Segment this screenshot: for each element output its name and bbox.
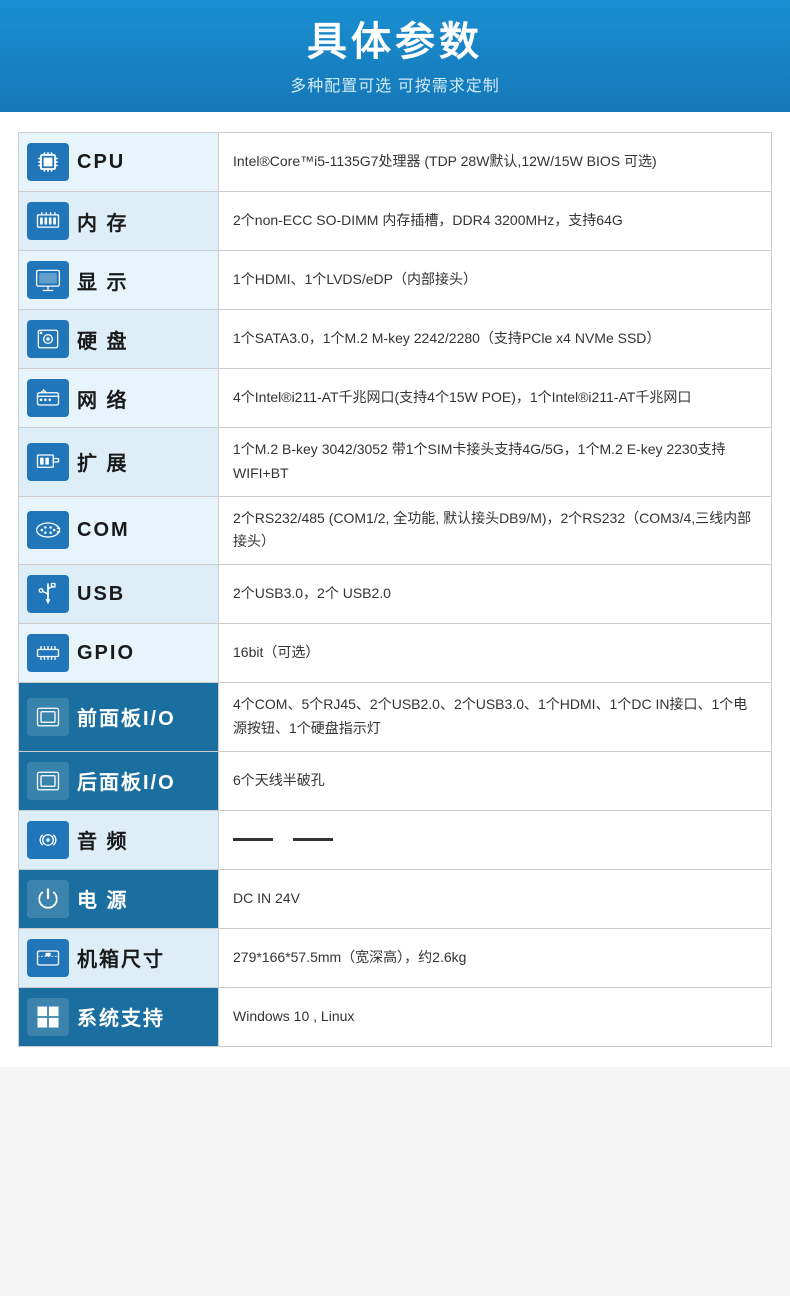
value-cell-gpio: 16bit（可选） bbox=[219, 624, 772, 683]
label-text-audio: 音 频 bbox=[77, 825, 129, 854]
gpio-icon bbox=[27, 634, 69, 672]
spec-row-com: COM 2个RS232/485 (COM1/2, 全功能, 默认接头DB9/M)，… bbox=[19, 496, 772, 565]
page-title: 具体参数 bbox=[20, 18, 770, 66]
panel-icon bbox=[27, 698, 69, 736]
label-text-os: 系统支持 bbox=[77, 1002, 165, 1031]
value-cell-expansion: 1个M.2 B-key 3042/3052 带1个SIM卡接头支持4G/5G，1… bbox=[219, 428, 772, 497]
label-text-expansion: 扩 展 bbox=[77, 447, 129, 476]
display-icon bbox=[27, 261, 69, 299]
com-icon bbox=[27, 511, 69, 549]
specs-table: CPU Intel®Core™i5-1135G7处理器 (TDP 28W默认,12… bbox=[18, 132, 772, 1047]
audio-icon bbox=[27, 821, 69, 859]
value-cell-storage: 1个SATA3.0，1个M.2 M-key 2242/2280（支持PCle x… bbox=[219, 310, 772, 369]
label-text-cpu: CPU bbox=[77, 151, 125, 174]
usb-icon bbox=[27, 575, 69, 613]
network-icon bbox=[27, 379, 69, 417]
value-cell-audio bbox=[219, 810, 772, 869]
spec-row-front-panel: 前面板I/O 4个COM、5个RJ45、2个USB2.0、2个USB3.0、1个H… bbox=[19, 683, 772, 752]
power-icon bbox=[27, 880, 69, 918]
label-text-power: 电 源 bbox=[77, 884, 129, 913]
spec-row-display: 显 示 1个HDMI、1个LVDS/eDP（内部接头） bbox=[19, 251, 772, 310]
spec-row-power: 电 源 DC IN 24V bbox=[19, 869, 772, 928]
audio-dashes bbox=[233, 838, 757, 841]
label-cell-network: 网 络 bbox=[19, 369, 219, 428]
label-text-usb: USB bbox=[77, 583, 125, 606]
spec-row-usb: USB 2个USB3.0，2个 USB2.0 bbox=[19, 565, 772, 624]
header-section: 具体参数 多种配置可选 可按需求定制 bbox=[0, 0, 790, 112]
spec-row-case: 机箱尺寸 279*166*57.5mm（宽深高），约2.6kg bbox=[19, 928, 772, 987]
label-cell-gpio: GPIO bbox=[19, 624, 219, 683]
label-cell-display: 显 示 bbox=[19, 251, 219, 310]
spec-row-network: 网 络 4个Intel®i211-AT千兆网口(支持4个15W POE)，1个In… bbox=[19, 369, 772, 428]
value-cell-front-panel: 4个COM、5个RJ45、2个USB2.0、2个USB3.0、1个HDMI、1个… bbox=[219, 683, 772, 752]
audio-dash-2 bbox=[293, 838, 333, 841]
label-text-back-panel: 后面板I/O bbox=[77, 766, 176, 795]
label-cell-cpu: CPU bbox=[19, 133, 219, 192]
spec-row-storage: 硬 盘 1个SATA3.0，1个M.2 M-key 2242/2280（支持PCl… bbox=[19, 310, 772, 369]
value-cell-display: 1个HDMI、1个LVDS/eDP（内部接头） bbox=[219, 251, 772, 310]
value-cell-back-panel: 6个天线半破孔 bbox=[219, 751, 772, 810]
spec-row-gpio: GPIO 16bit（可选） bbox=[19, 624, 772, 683]
memory-icon bbox=[27, 202, 69, 240]
page-subtitle: 多种配置可选 可按需求定制 bbox=[20, 72, 770, 96]
spec-row-back-panel: 后面板I/O 6个天线半破孔 bbox=[19, 751, 772, 810]
label-text-storage: 硬 盘 bbox=[77, 325, 129, 354]
label-text-case: 机箱尺寸 bbox=[77, 943, 165, 972]
label-cell-os: 系统支持 bbox=[19, 987, 219, 1046]
label-cell-front-panel: 前面板I/O bbox=[19, 683, 219, 752]
label-cell-usb: USB bbox=[19, 565, 219, 624]
value-cell-case: 279*166*57.5mm（宽深高），约2.6kg bbox=[219, 928, 772, 987]
value-cell-com: 2个RS232/485 (COM1/2, 全功能, 默认接头DB9/M)，2个R… bbox=[219, 496, 772, 565]
label-text-com: COM bbox=[77, 519, 130, 542]
case-icon bbox=[27, 939, 69, 977]
label-cell-audio: 音 频 bbox=[19, 810, 219, 869]
spec-row-memory: 内 存 2个non-ECC SO-DIMM 内存插槽，DDR4 3200MHz，支… bbox=[19, 192, 772, 251]
value-cell-network: 4个Intel®i211-AT千兆网口(支持4个15W POE)，1个Intel… bbox=[219, 369, 772, 428]
cpu-icon bbox=[27, 143, 69, 181]
storage-icon bbox=[27, 320, 69, 358]
label-cell-power: 电 源 bbox=[19, 869, 219, 928]
value-cell-cpu: Intel®Core™i5-1135G7处理器 (TDP 28W默认,12W/1… bbox=[219, 133, 772, 192]
spec-row-os: 系统支持 Windows 10 , Linux bbox=[19, 987, 772, 1046]
page-wrapper: 具体参数 多种配置可选 可按需求定制 CPU Intel®Core™i5-1135… bbox=[0, 0, 790, 1067]
label-text-front-panel: 前面板I/O bbox=[77, 702, 176, 731]
label-cell-memory: 内 存 bbox=[19, 192, 219, 251]
label-text-display: 显 示 bbox=[77, 266, 129, 295]
value-cell-memory: 2个non-ECC SO-DIMM 内存插槽，DDR4 3200MHz，支持64… bbox=[219, 192, 772, 251]
label-text-memory: 内 存 bbox=[77, 207, 129, 236]
spec-row-expansion: 扩 展 1个M.2 B-key 3042/3052 带1个SIM卡接头支持4G/5… bbox=[19, 428, 772, 497]
specs-container: CPU Intel®Core™i5-1135G7处理器 (TDP 28W默认,12… bbox=[0, 112, 790, 1067]
audio-dash-1 bbox=[233, 838, 273, 841]
value-cell-usb: 2个USB3.0，2个 USB2.0 bbox=[219, 565, 772, 624]
os-icon bbox=[27, 998, 69, 1036]
panel-icon bbox=[27, 762, 69, 800]
label-text-gpio: GPIO bbox=[77, 642, 135, 665]
label-cell-case: 机箱尺寸 bbox=[19, 928, 219, 987]
label-cell-storage: 硬 盘 bbox=[19, 310, 219, 369]
label-cell-back-panel: 后面板I/O bbox=[19, 751, 219, 810]
expansion-icon bbox=[27, 443, 69, 481]
value-cell-power: DC IN 24V bbox=[219, 869, 772, 928]
spec-row-audio: 音 频 bbox=[19, 810, 772, 869]
label-cell-expansion: 扩 展 bbox=[19, 428, 219, 497]
label-cell-com: COM bbox=[19, 496, 219, 565]
spec-row-cpu: CPU Intel®Core™i5-1135G7处理器 (TDP 28W默认,12… bbox=[19, 133, 772, 192]
label-text-network: 网 络 bbox=[77, 384, 129, 413]
value-cell-os: Windows 10 , Linux bbox=[219, 987, 772, 1046]
